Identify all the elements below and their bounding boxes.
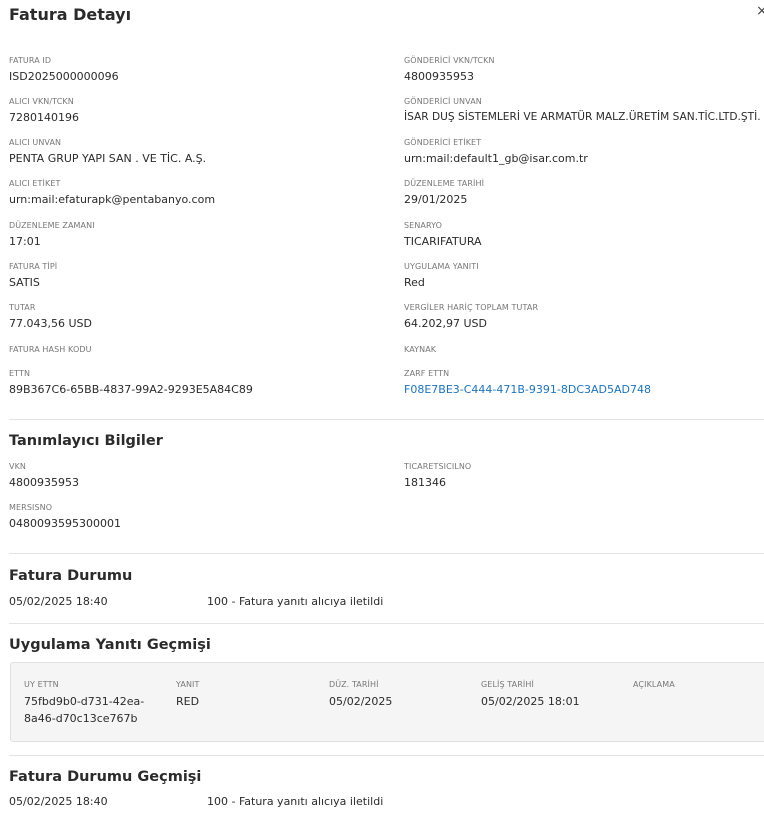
- col-aciklama: AÇIKLAMA: [633, 680, 753, 693]
- page-title: Fatura Detayı: [9, 5, 132, 24]
- divider: [9, 623, 764, 624]
- field-value: SATIS: [9, 276, 40, 289]
- col-duz-tarihi: DÜZ. TARİHİ 05/02/2025: [329, 680, 469, 710]
- field-alici-unvan: ALICI UNVAN PENTA GRUP YAPI SAN . VE TİC…: [9, 138, 389, 166]
- field-value: 89B367C6-65BB-4837-99A2-9293E5A84C89: [9, 383, 253, 396]
- field-duzenleme-tarihi: DÜZENLEME TARİHİ 29/01/2025: [404, 179, 764, 207]
- field-label: ZARF ETTN: [404, 369, 450, 378]
- field-alici-etiket: ALICI ETİKET urn:mail:efaturapk@pentaban…: [9, 179, 389, 207]
- col-yanit: YANIT RED: [176, 680, 316, 710]
- response-history-title: Uygulama Yanıtı Geçmişi: [9, 637, 211, 653]
- field-label: ALICI UNVAN: [9, 138, 62, 147]
- field-ettn: ETTN 89B367C6-65BB-4837-99A2-9293E5A84C8…: [9, 369, 389, 397]
- uy-ettn-line-1: 75fbd9b0-d731-42ea-: [24, 695, 145, 708]
- field-vkn: VKN 4800935953: [9, 462, 389, 490]
- field-value: İSAR DUŞ SİSTEMLERİ VE ARMATÜR MALZ.ÜRET…: [404, 111, 761, 123]
- identifiers-title: Tanımlayıcı Bilgiler: [9, 433, 163, 449]
- field-label: FATURA ID: [9, 56, 52, 65]
- status-text: 100 - Fatura yanıtı alıcıya iletildi: [207, 595, 384, 608]
- field-duzenleme-zamani: DÜZENLEME ZAMANI 17:01: [9, 221, 389, 249]
- invoice-detail-panel: Fatura Detayı × FATURA ID ISD20250000000…: [0, 0, 764, 813]
- field-value: TICARIFATURA: [404, 235, 482, 248]
- field-label: DÜZENLEME ZAMANI: [9, 221, 95, 230]
- field-value: 29/01/2025: [404, 193, 468, 206]
- field-gonderici-etiket: GÖNDERİCİ ETİKET urn:mail:default1_gb@is…: [404, 138, 764, 166]
- uy-ettn-line-2: 8a46-d70c13ce767b: [24, 712, 138, 725]
- zarf-ettn-link[interactable]: F08E7BE3-C444-471B-9391-8DC3AD5AD748: [404, 382, 764, 397]
- field-label: DÜZENLEME TARİHİ: [404, 179, 485, 188]
- column-header: UY ETTN: [24, 680, 59, 689]
- field-value: 4800935953: [404, 70, 474, 83]
- field-value: 4800935953: [9, 476, 79, 489]
- field-alici-vkn: ALICI VKN/TCKN 7280140196: [9, 97, 389, 125]
- field-value: urn:mail:efaturapk@pentabanyo.com: [9, 193, 216, 206]
- field-value: 7280140196: [9, 111, 79, 124]
- close-icon[interactable]: ×: [756, 3, 764, 19]
- field-fatura-tipi: FATURA TİPİ SATIS: [9, 262, 389, 290]
- field-uygulama-yaniti: UYGULAMA YANITI Red: [404, 262, 764, 290]
- field-label: TUTAR: [9, 303, 36, 312]
- field-label: ETTN: [9, 369, 31, 378]
- field-label: UYGULAMA YANITI: [404, 262, 479, 271]
- yanit-value: RED: [176, 695, 200, 708]
- field-value: 0480093595300001: [9, 517, 121, 530]
- duz-tarihi-value: 05/02/2025: [329, 695, 393, 708]
- column-header: AÇIKLAMA: [633, 680, 675, 689]
- field-ticaretsicilno: TICARETSICILNO 181346: [404, 462, 764, 490]
- field-value: ISD2025000000096: [9, 70, 119, 83]
- field-kaynak: KAYNAK: [404, 345, 764, 358]
- field-label: TICARETSICILNO: [404, 462, 472, 471]
- field-label: VERGİLER HARİÇ TOPLAM TUTAR: [404, 303, 539, 312]
- field-mersisno: MERSISNO 0480093595300001: [9, 503, 389, 531]
- field-label: SENARYO: [404, 221, 443, 230]
- field-zarf-ettn: ZARF ETTN F08E7BE3-C444-471B-9391-8DC3AD…: [404, 369, 764, 397]
- field-label: GÖNDERİCİ UNVAN: [404, 97, 482, 106]
- field-fatura-hash-kodu: FATURA HASH KODU: [9, 345, 389, 358]
- column-header: DÜZ. TARİHİ: [329, 680, 379, 689]
- field-fatura-id: FATURA ID ISD2025000000096: [9, 56, 389, 84]
- field-value: urn:mail:default1_gb@isar.com.tr: [404, 152, 588, 165]
- field-label: MERSISNO: [9, 503, 53, 512]
- field-label: ALICI VKN/TCKN: [9, 97, 74, 106]
- field-value: PENTA GRUP YAPI SAN . VE TİC. A.Ş.: [9, 152, 207, 165]
- field-label: ALICI ETİKET: [9, 179, 61, 188]
- field-gonderici-vkn: GÖNDERİCİ VKN/TCKN 4800935953: [404, 56, 764, 84]
- field-label: VKN: [9, 462, 27, 471]
- column-header: YANIT: [176, 680, 200, 689]
- uy-ettn-value: 75fbd9b0-d731-42ea- 8a46-d70c13ce767b: [24, 693, 164, 727]
- field-label: FATURA TİPİ: [9, 262, 58, 271]
- field-tutar: TUTAR 77.043,56 USD: [9, 303, 389, 331]
- gelis-tarihi-value: 05/02/2025 18:01: [481, 695, 580, 708]
- status-date: 05/02/2025 18:40: [9, 595, 108, 608]
- divider: [9, 553, 764, 554]
- field-senaryo: SENARYO TICARIFATURA: [404, 221, 764, 249]
- column-header: GELİŞ TARİHİ: [481, 680, 534, 689]
- status-title: Fatura Durumu: [9, 568, 133, 584]
- field-value: 17:01: [9, 235, 41, 248]
- status-history-title: Fatura Durumu Geçmişi: [9, 769, 202, 785]
- response-history-table: UY ETTN 75fbd9b0-d731-42ea- 8a46-d70c13c…: [10, 662, 764, 742]
- field-label: FATURA HASH KODU: [9, 345, 92, 354]
- field-vergiler-haric-tutar: VERGİLER HARİÇ TOPLAM TUTAR 64.202,97 US…: [404, 303, 764, 331]
- field-label: GÖNDERİCİ VKN/TCKN: [404, 56, 495, 65]
- field-gonderici-unvan: GÖNDERİCİ UNVAN İSAR DUŞ SİSTEMLERİ VE A…: [404, 97, 764, 125]
- status-history-date: 05/02/2025 18:40: [9, 795, 108, 808]
- field-value: Red: [404, 276, 425, 289]
- divider: [9, 755, 764, 756]
- field-value: 77.043,56 USD: [9, 317, 92, 330]
- field-label: GÖNDERİCİ ETİKET: [404, 138, 482, 147]
- field-value: 181346: [404, 476, 446, 489]
- col-uy-ettn: UY ETTN 75fbd9b0-d731-42ea- 8a46-d70c13c…: [24, 680, 164, 727]
- col-gelis-tarihi: GELİŞ TARİHİ 05/02/2025 18:01: [481, 680, 621, 710]
- status-history-text: 100 - Fatura yanıtı alıcıya iletildi: [207, 795, 384, 808]
- divider: [9, 419, 764, 420]
- field-value: 64.202,97 USD: [404, 317, 487, 330]
- field-label: KAYNAK: [404, 345, 437, 354]
